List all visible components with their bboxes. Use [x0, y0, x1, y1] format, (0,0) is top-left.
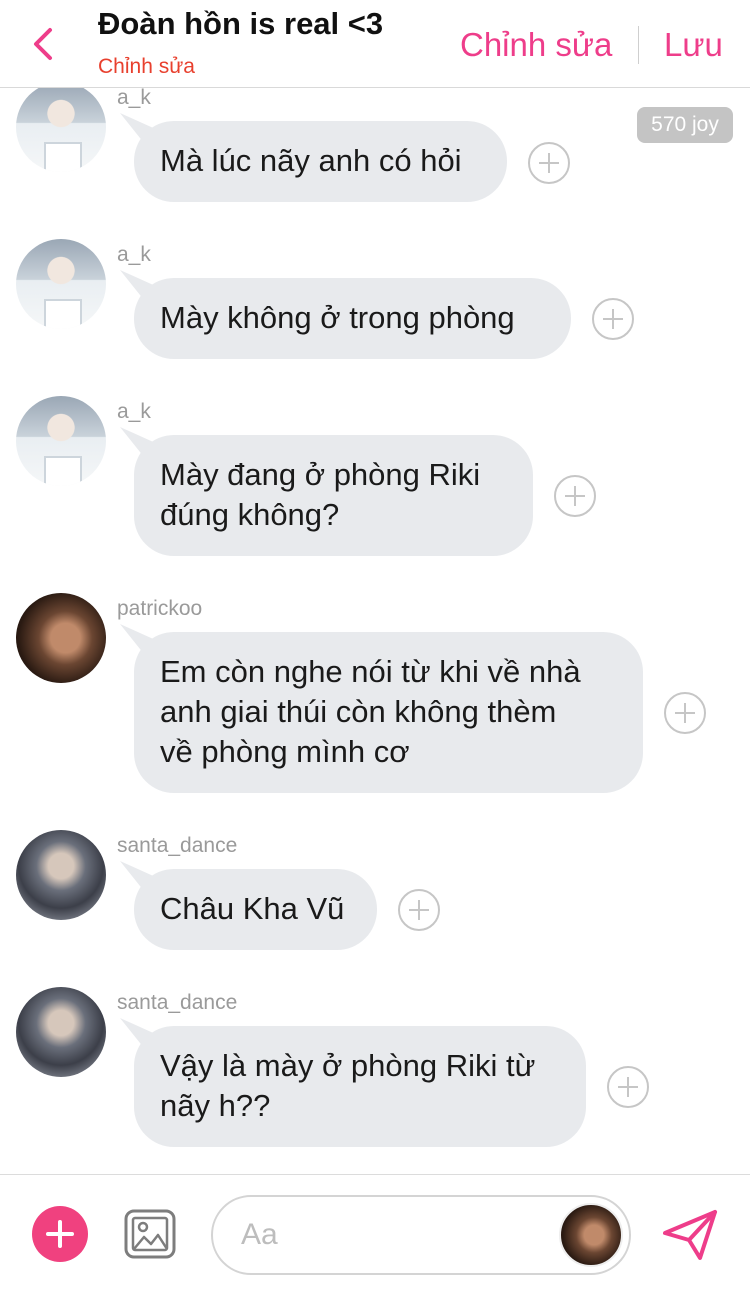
message-bubble[interactable]: Em còn nghe nói từ khi về nhà anh giai t… [134, 632, 643, 793]
message-username: a_k [117, 86, 151, 109]
message-bubble[interactable]: Mày không ở trong phòng [134, 278, 571, 359]
avatar[interactable] [16, 987, 106, 1077]
avatar[interactable] [16, 593, 106, 683]
message-text: Châu Kha Vũ [160, 891, 345, 926]
save-button[interactable]: Lưu [664, 26, 723, 64]
chat-header: Đoàn hồn is real <3 Chỉnh sửa Chỉnh sửa … [0, 0, 750, 88]
message-input-box[interactable] [211, 1195, 631, 1275]
add-reaction-icon[interactable] [592, 298, 634, 340]
message-text: Mày đang ở phòng Riki đúng không? [160, 457, 481, 532]
message-username: patrickoo [117, 597, 203, 620]
avatar[interactable] [16, 239, 106, 329]
image-icon[interactable] [124, 1209, 176, 1259]
chat-title: Đoàn hồn is real <3 [98, 6, 384, 41]
add-reaction-icon[interactable] [398, 889, 440, 931]
message-text: Mày không ở trong phòng [160, 300, 515, 335]
message-username: santa_dance [117, 834, 238, 857]
edit-button[interactable]: Chỉnh sửa [460, 26, 612, 64]
joy-badge: 570 joy [637, 107, 733, 143]
message-username: a_k [117, 400, 151, 423]
avatar[interactable] [16, 82, 106, 172]
avatar[interactable] [16, 830, 106, 920]
composer-bar [0, 1174, 750, 1294]
message-text: Mà lúc nãy anh có hỏi [160, 143, 462, 178]
message-bubble[interactable]: Vậy là mày ở phòng Riki từ nãy h?? [134, 1026, 586, 1147]
message-bubble[interactable]: Mày đang ở phòng Riki đúng không? [134, 435, 533, 556]
add-attachment-button[interactable] [32, 1206, 88, 1262]
message-input[interactable] [241, 1213, 541, 1257]
add-reaction-icon[interactable] [528, 142, 570, 184]
message-text: Em còn nghe nói từ khi về nhà anh giai t… [160, 654, 581, 769]
message-text: Vậy là mày ở phòng Riki từ nãy h?? [160, 1048, 536, 1123]
sender-avatar[interactable] [559, 1203, 623, 1267]
message-username: santa_dance [117, 991, 238, 1014]
add-reaction-icon[interactable] [664, 692, 706, 734]
chat-subtitle-edit-link[interactable]: Chỉnh sửa [98, 55, 195, 79]
header-divider [638, 26, 639, 64]
avatar[interactable] [16, 396, 106, 486]
back-chevron-icon[interactable] [26, 24, 62, 64]
message-bubble[interactable]: Mà lúc nãy anh có hỏi [134, 121, 507, 202]
message-bubble[interactable]: Châu Kha Vũ [134, 869, 377, 950]
add-reaction-icon[interactable] [607, 1066, 649, 1108]
send-icon[interactable] [662, 1209, 718, 1261]
message-username: a_k [117, 243, 151, 266]
add-reaction-icon[interactable] [554, 475, 596, 517]
